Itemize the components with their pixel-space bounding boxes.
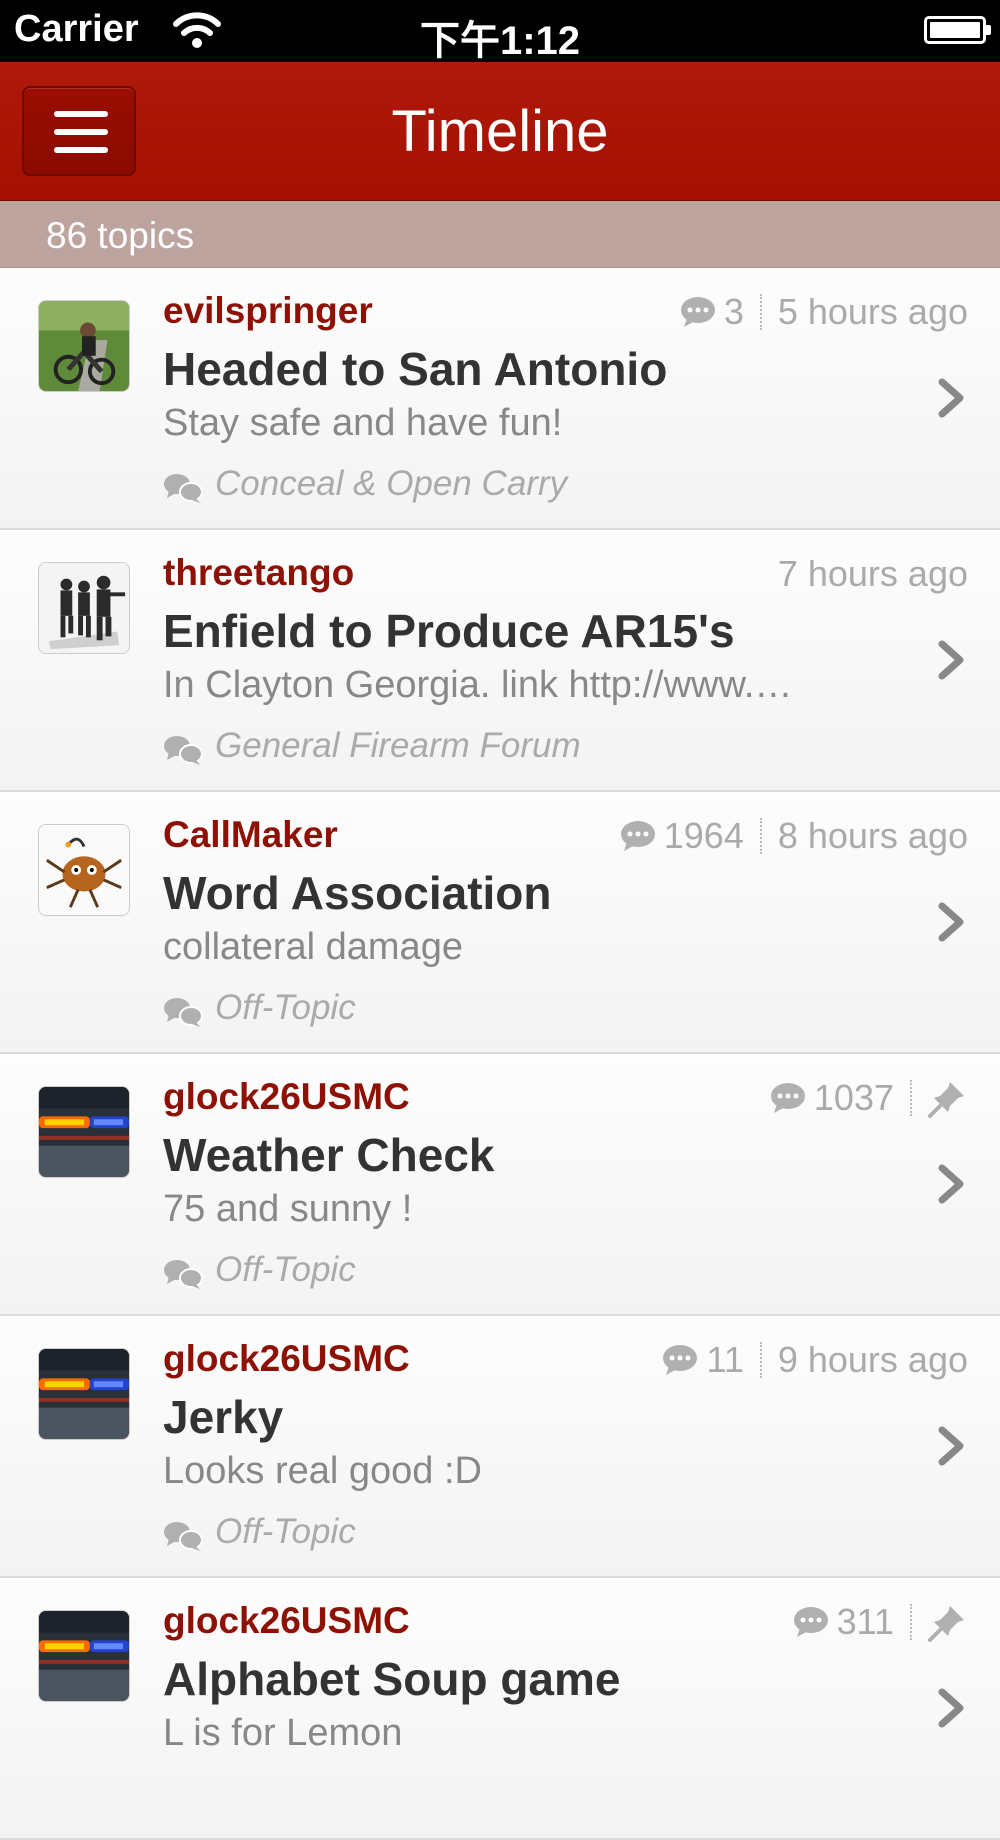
topic-title[interactable]: Alphabet Soup game <box>163 1652 620 1706</box>
reply-count-icon <box>680 297 715 327</box>
topic-row[interactable]: glock26USMC 311 Alphabet Soup game L is … <box>0 1578 1000 1840</box>
topic-title[interactable]: Enfield to Produce AR15's <box>163 604 735 658</box>
chevron-right-icon <box>938 902 964 942</box>
topic-meta: 11 9 hours ago <box>662 1338 968 1382</box>
avatar-motorcycle-photo[interactable] <box>38 300 130 392</box>
topic-excerpt: In Clayton Georgia. link http://www.… <box>163 664 793 706</box>
topic-excerpt: L is for Lemon <box>163 1712 403 1754</box>
topic-row[interactable]: evilspringer 3 5 hours ago Headed to San… <box>0 268 1000 530</box>
chevron-right-icon <box>938 378 964 418</box>
topic-username[interactable]: glock26USMC <box>163 1076 410 1118</box>
topic-meta: 7 hours ago <box>778 552 968 596</box>
topic-excerpt: collateral damage <box>163 926 463 968</box>
forum-icon <box>164 474 203 503</box>
meta-divider <box>759 294 762 330</box>
reply-count-icon <box>663 1345 698 1375</box>
topic-list: evilspringer 3 5 hours ago Headed to San… <box>0 268 1000 1840</box>
pin-icon <box>928 1082 964 1118</box>
topic-meta: 3 5 hours ago <box>680 290 968 334</box>
topic-forum[interactable]: Conceal & Open Carry <box>215 464 567 504</box>
avatar-police-lights[interactable] <box>38 1610 130 1702</box>
reply-count: 311 <box>836 1601 894 1642</box>
topic-title[interactable]: Jerky <box>163 1390 283 1444</box>
forum-icon <box>164 998 203 1027</box>
avatar-police-lights[interactable] <box>38 1086 130 1178</box>
avatar-police-lights[interactable] <box>38 1348 130 1440</box>
topic-username[interactable]: glock26USMC <box>163 1600 410 1642</box>
reply-count-icon <box>620 821 655 851</box>
topic-row[interactable]: glock26USMC 1037 Weather Check 75 and su… <box>0 1054 1000 1316</box>
meta-divider <box>910 1604 912 1640</box>
topic-forum[interactable]: Off-Topic <box>215 988 356 1028</box>
meta-divider <box>759 818 762 854</box>
chevron-right-icon <box>938 1164 964 1204</box>
reply-count: 11 <box>706 1339 744 1380</box>
avatar-soldiers-silhouette[interactable] <box>38 562 130 654</box>
topic-username[interactable]: threetango <box>163 552 354 594</box>
pin-icon <box>928 1606 964 1642</box>
topic-title[interactable]: Headed to San Antonio <box>163 342 667 396</box>
chevron-right-icon <box>938 1426 964 1466</box>
reply-count-icon <box>793 1607 828 1637</box>
topic-title[interactable]: Word Association <box>163 866 551 920</box>
meta-divider <box>910 1080 912 1116</box>
forum-icon <box>164 1522 203 1551</box>
topic-excerpt: Stay safe and have fun! <box>163 402 563 444</box>
meta-divider <box>759 1342 762 1378</box>
battery-icon <box>924 16 991 44</box>
topic-row[interactable]: glock26USMC 11 9 hours ago Jerky Looks r… <box>0 1316 1000 1578</box>
chevron-right-icon <box>938 640 964 680</box>
reply-count: 1037 <box>813 1077 894 1118</box>
topic-forum[interactable]: Off-Topic <box>215 1250 356 1290</box>
reply-count: 1964 <box>663 815 744 856</box>
topic-excerpt: 75 and sunny ! <box>163 1188 413 1230</box>
topic-row[interactable]: threetango 7 hours ago Enfield to Produc… <box>0 530 1000 792</box>
topic-username[interactable]: evilspringer <box>163 290 373 332</box>
topic-excerpt: Looks real good :D <box>163 1450 482 1492</box>
forum-icon <box>164 1260 203 1289</box>
topic-forum[interactable]: Off-Topic <box>215 1512 356 1552</box>
topic-meta: 1964 8 hours ago <box>620 814 968 858</box>
topic-time: 7 hours ago <box>777 553 968 594</box>
reply-count: 3 <box>723 291 744 332</box>
topic-title[interactable]: Weather Check <box>163 1128 495 1182</box>
topic-username[interactable]: CallMaker <box>163 814 338 856</box>
status-bar: Carrier 下午1:12 <box>0 0 1000 63</box>
nav-bar: Timeline <box>0 62 1000 201</box>
topic-forum[interactable]: General Firearm Forum <box>215 726 581 766</box>
clock: 下午1:12 <box>419 19 581 63</box>
topics-count: 86 topics <box>46 215 195 256</box>
topics-count-bar: 86 topics <box>0 201 1000 268</box>
topic-meta: 311 <box>793 1600 968 1644</box>
topic-time: 8 hours ago <box>777 815 968 856</box>
avatar-cartoon-creature[interactable] <box>38 824 130 916</box>
page-title: Timeline <box>391 99 609 164</box>
topic-meta: 1037 <box>770 1076 968 1120</box>
topic-time: 9 hours ago <box>777 1339 968 1380</box>
forum-icon <box>164 736 203 765</box>
topic-username[interactable]: glock26USMC <box>163 1338 410 1380</box>
chevron-right-icon <box>938 1688 964 1728</box>
topic-row[interactable]: CallMaker 1964 8 hours ago Word Associat… <box>0 792 1000 1054</box>
topic-time: 5 hours ago <box>777 291 968 332</box>
reply-count-icon <box>770 1083 805 1113</box>
